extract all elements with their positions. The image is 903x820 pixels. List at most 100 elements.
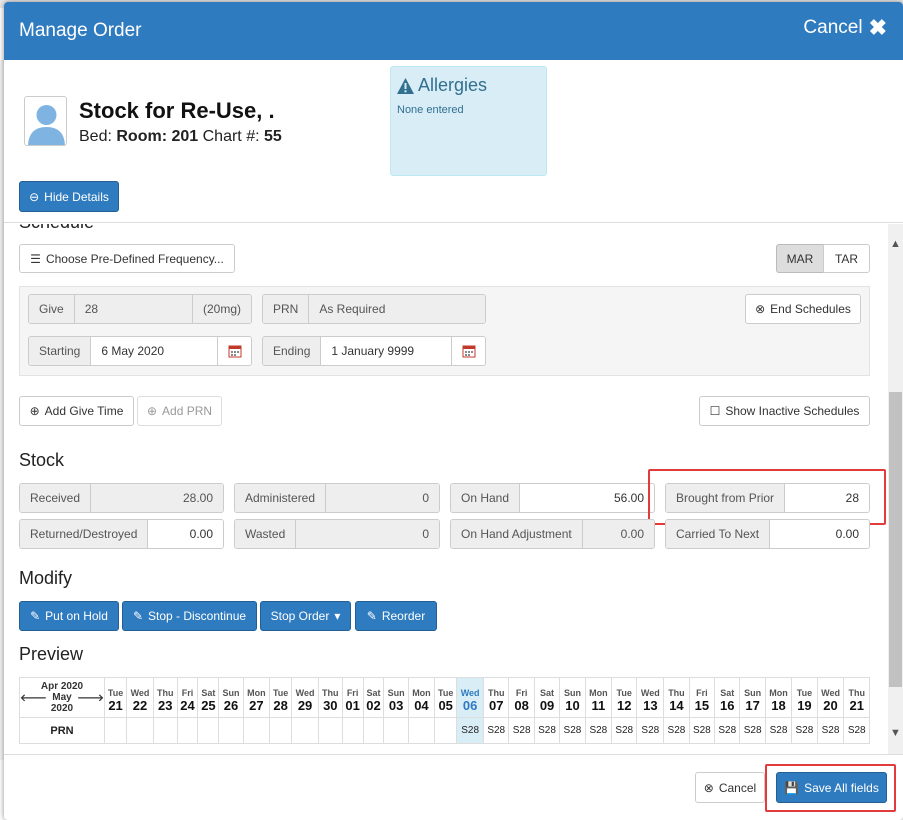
carried-to-next-group: Carried To Next 0.00 xyxy=(665,519,870,549)
preview-prn-row: PRN S28 S28 S28 S28 S28 S28 S28 S28 S28 S28 S28 S28… xyxy=(19,717,870,744)
day-dose-cell[interactable]: S28 xyxy=(816,717,845,744)
room-value: Room: 201 xyxy=(116,128,199,145)
day-dose-cell[interactable]: S28 xyxy=(843,717,870,744)
end-schedules-button[interactable]: ⊗ End Schedules xyxy=(745,294,861,324)
reorder-button[interactable]: ✎ Reorder xyxy=(355,601,437,631)
day-header-cell: Sat 16 xyxy=(714,677,741,718)
stock-section-title: Stock xyxy=(19,450,65,470)
stop-discontinue-button[interactable]: ✎ Stop - Discontinue xyxy=(122,601,257,631)
day-dose-cell[interactable] xyxy=(197,717,220,744)
arrow-right-icon[interactable]: 🡒 xyxy=(77,692,104,714)
administered-value[interactable]: 0 xyxy=(326,484,439,512)
day-dose-cell[interactable]: S28 xyxy=(483,717,510,744)
day-dose-cell[interactable]: S28 xyxy=(791,717,818,744)
scrollbar-thumb[interactable] xyxy=(889,392,902,687)
header-cancel-button[interactable]: Cancel ✖ xyxy=(803,17,887,39)
day-dose-cell[interactable]: S28 xyxy=(611,717,638,744)
give-input[interactable]: 28 xyxy=(74,295,192,323)
received-value[interactable]: 28.00 xyxy=(91,484,223,512)
day-dose-cell[interactable] xyxy=(341,717,364,744)
day-name: Sat xyxy=(366,688,381,698)
day-header-cell: Sat 25 xyxy=(197,677,220,718)
day-name: Mon xyxy=(769,688,788,698)
day-dose-cell[interactable]: S28 xyxy=(508,717,535,744)
person-icon xyxy=(28,105,65,145)
stop-circle-icon: ⊗ xyxy=(755,302,766,316)
chart-label: Chart #: xyxy=(202,128,260,145)
edit-icon: ✎ xyxy=(132,609,143,623)
day-dose-cell[interactable] xyxy=(269,717,293,744)
day-dose-cell[interactable] xyxy=(218,717,244,744)
returned-input[interactable]: 0.00 xyxy=(148,520,223,548)
scroll-up-icon[interactable]: ▲ xyxy=(890,238,901,250)
day-dose-cell[interactable] xyxy=(383,717,409,744)
allergies-panel: Allergies None entered xyxy=(390,66,547,176)
prev-month-label[interactable]: Apr 2020 xyxy=(20,681,104,692)
starting-date-input[interactable]: 6 May 2020 xyxy=(91,337,217,365)
day-dose-cell[interactable] xyxy=(176,717,199,744)
close-circle-icon: ⊗ xyxy=(703,780,714,795)
highlight-box xyxy=(765,764,896,812)
patient-details: Stock for Re-Use, . Bed: Room: 201 Chart… xyxy=(4,60,903,223)
cancel-button[interactable]: ⊗ Cancel xyxy=(695,772,765,803)
on-hand-label: On Hand xyxy=(451,484,521,512)
ending-date-input[interactable]: 1 January 9999 xyxy=(321,337,451,365)
day-name: Wed xyxy=(295,688,315,698)
tar-toggle[interactable]: TAR xyxy=(823,244,870,273)
day-name: Thu xyxy=(487,688,505,698)
prn-group: PRN As Required xyxy=(262,294,486,324)
bed-label: Bed: xyxy=(79,128,112,145)
day-dose-cell[interactable]: S28 xyxy=(714,717,741,744)
day-dose-cell[interactable]: S28 xyxy=(663,717,690,744)
day-name: Sat xyxy=(540,688,555,698)
day-header-cell: Fri 08 xyxy=(508,677,535,718)
add-give-time-button[interactable]: ⊕ Add Give Time xyxy=(19,396,134,426)
calendar-icon[interactable] xyxy=(451,337,485,365)
day-number: 19 xyxy=(797,698,812,713)
show-inactive-button[interactable]: ☐ Show Inactive Schedules xyxy=(699,396,870,426)
mar-toggle[interactable]: MAR xyxy=(776,244,824,273)
end-schedules-label: End Schedules xyxy=(770,302,851,316)
day-name: Sun xyxy=(744,688,762,698)
plus-circle-icon: ⊕ xyxy=(29,404,40,418)
day-dose-cell[interactable] xyxy=(126,717,154,744)
scroll-down-icon[interactable]: ▼ xyxy=(890,727,901,739)
schedule-section-title: Schedule xyxy=(19,224,94,233)
day-dose-cell[interactable]: S28 xyxy=(533,717,561,744)
day-dose-cell[interactable] xyxy=(242,717,271,744)
on-hand-input[interactable]: 56.00 xyxy=(520,484,654,512)
arrow-left-icon[interactable]: 🡐 xyxy=(20,692,47,714)
day-dose-cell[interactable] xyxy=(317,717,343,744)
day-dose-cell[interactable]: S28 xyxy=(688,717,716,744)
day-number: 26 xyxy=(223,698,239,713)
day-dose-cell[interactable]: S28 xyxy=(764,717,793,744)
day-dose-cell[interactable] xyxy=(434,717,458,744)
hide-details-button[interactable]: ⊖ Hide Details xyxy=(19,181,119,212)
day-dose-cell[interactable] xyxy=(407,717,436,744)
on-hand-adjustment-value[interactable]: 0.00 xyxy=(582,520,654,548)
prn-input[interactable]: As Required xyxy=(309,295,485,323)
day-dose-cell[interactable]: S28 xyxy=(584,717,613,744)
add-prn-button[interactable]: ⊕ Add PRN xyxy=(137,396,222,426)
put-on-hold-button[interactable]: ✎ Put on Hold xyxy=(19,601,119,631)
day-dose-cell[interactable]: S28 xyxy=(636,717,665,744)
day-dose-cell[interactable] xyxy=(152,717,178,744)
day-dose-cell[interactable] xyxy=(291,717,319,744)
calendar-icon[interactable] xyxy=(217,337,251,365)
day-dose-cell[interactable]: S28 xyxy=(456,717,485,744)
wasted-value[interactable]: 0 xyxy=(296,520,439,548)
day-name: Fri xyxy=(346,688,359,698)
day-dose-cell[interactable]: S28 xyxy=(559,717,586,744)
stop-order-label: Stop Order xyxy=(270,609,330,623)
dialog-footer: ⊗ Cancel 💾 Save All fields xyxy=(4,754,903,820)
day-dose-cell[interactable] xyxy=(103,717,128,744)
day-dose-cell[interactable] xyxy=(362,717,385,744)
predefined-frequency-button[interactable]: ☰ Choose Pre-Defined Frequency... xyxy=(19,244,235,273)
day-header-cell: Fri 15 xyxy=(688,677,716,718)
vertical-scrollbar[interactable]: ▲ ▼ xyxy=(888,224,903,754)
day-dose-cell[interactable]: S28 xyxy=(739,717,766,744)
carried-to-next-input[interactable]: 0.00 xyxy=(770,520,869,548)
day-header-cell: Wed 29 xyxy=(291,677,319,718)
manage-order-dialog: Manage Order Cancel ✖ Stock for Re-Use, … xyxy=(4,2,903,820)
stop-order-dropdown[interactable]: Stop Order ▾ xyxy=(260,601,351,631)
